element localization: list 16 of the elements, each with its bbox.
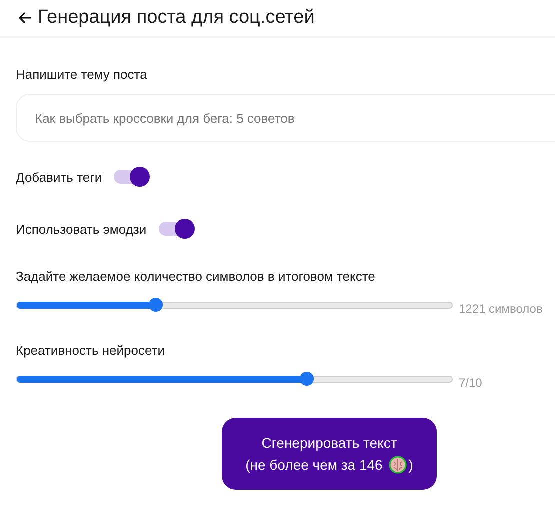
generate-button[interactable]: Сгенерировать текст (не более чем за 146 ) — [222, 418, 437, 490]
toggle-switch[interactable] — [114, 170, 148, 184]
page-title: Генерация поста для соц.сетей — [38, 7, 315, 29]
toggle-label: Использовать эмодзи — [16, 222, 147, 236]
slider-value: 7/10 — [459, 376, 482, 390]
topic-input-field[interactable]: Как выбрать кроссовки для бега: 5 советов — [16, 94, 555, 142]
slider-thumb[interactable] — [149, 298, 164, 312]
field-label: Напишите тему поста — [16, 67, 148, 82]
slider-label: Креативность нейросети — [16, 343, 165, 358]
toggle-label: Добавить теги — [16, 170, 102, 184]
brain-icon — [388, 456, 407, 474]
back-arrow-icon[interactable] — [18, 11, 32, 25]
slider-thumb[interactable] — [300, 372, 314, 386]
slider-value: 1221 символов — [459, 302, 543, 316]
toggle-switch[interactable] — [158, 222, 193, 236]
slider-label: Задайте желаемое количество символов в итоговом тексте — [16, 269, 376, 284]
